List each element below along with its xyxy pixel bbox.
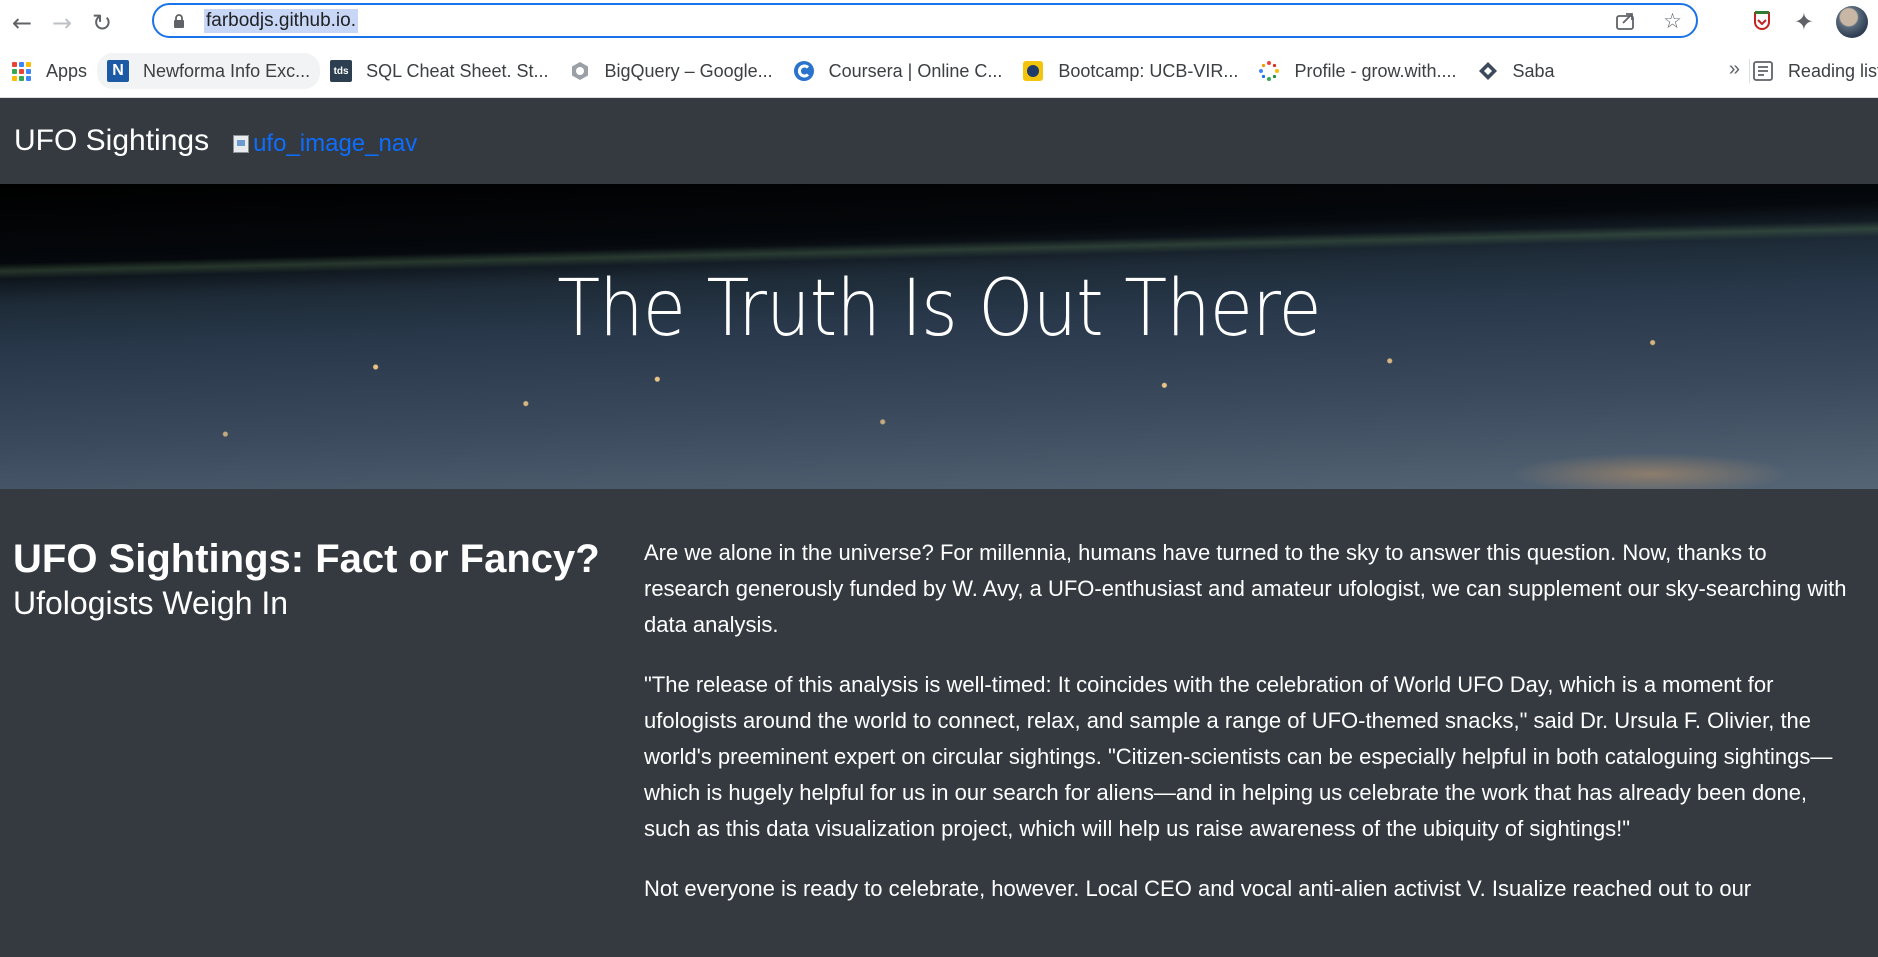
- bookmark-grow[interactable]: Profile - grow.with....: [1248, 53, 1466, 89]
- reading-list-button[interactable]: Reading list: [1742, 53, 1878, 89]
- navbar-brand[interactable]: UFO Sightings: [14, 124, 209, 158]
- share-icon[interactable]: [1615, 11, 1637, 31]
- bootcamp-icon: [1023, 61, 1044, 81]
- bookmark-label: Apps: [46, 60, 88, 81]
- bookmark-label: Newforma Info Exc...: [143, 60, 311, 81]
- browser-toolbar: ← → ↻ farbodjs.github.io. ☆ ✦: [0, 0, 1878, 45]
- bookmarks-overflow-icon[interactable]: »: [1729, 58, 1740, 81]
- article-heading-column: UFO Sightings: Fact or Fancy? Ufologists…: [0, 535, 630, 931]
- bookmark-sql-cheat-sheet[interactable]: tds SQL Cheat Sheet. St...: [320, 53, 558, 89]
- bookmark-saba[interactable]: Saba: [1467, 53, 1565, 89]
- bookmark-coursera[interactable]: Coursera | Online C...: [783, 53, 1013, 89]
- bookmark-bootcamp[interactable]: Bootcamp: UCB-VIR...: [1012, 53, 1248, 89]
- apps-grid-icon: [10, 60, 32, 82]
- hero-banner: The Truth Is Out There: [0, 184, 1878, 489]
- bookmark-label: BigQuery – Google...: [604, 60, 773, 81]
- reading-list-label: Reading list: [1787, 60, 1878, 81]
- article-paragraph: Are we alone in the universe? For millen…: [644, 540, 1847, 637]
- bookmark-label: SQL Cheat Sheet. St...: [366, 60, 549, 81]
- tds-icon: tds: [330, 60, 353, 82]
- extensions-puzzle-icon[interactable]: ✦: [1794, 8, 1814, 36]
- bookmark-label: Coursera | Online C...: [828, 60, 1003, 81]
- bookmark-bigquery[interactable]: BigQuery – Google...: [559, 53, 783, 89]
- bookmark-apps[interactable]: Apps: [0, 53, 97, 89]
- back-arrow-icon[interactable]: ←: [4, 5, 40, 41]
- article-subtitle: Ufologists Weigh In: [13, 585, 289, 621]
- reading-list-icon: [1753, 61, 1773, 81]
- bookmark-label: Saba: [1512, 60, 1555, 81]
- address-bar[interactable]: farbodjs.github.io. ☆: [152, 3, 1698, 38]
- newforma-icon: N: [107, 60, 130, 82]
- extension-shield-icon[interactable]: [1752, 11, 1772, 33]
- grow-icon: [1259, 61, 1280, 81]
- article-body: Are we alone in the universe? For millen…: [630, 535, 1850, 931]
- bookmark-star-icon[interactable]: ☆: [1663, 9, 1682, 33]
- site-navbar: UFO Sightings ufo_image_nav: [0, 98, 1878, 184]
- ufo-nav-image-alt: ufo_image_nav: [253, 130, 418, 157]
- reload-icon[interactable]: ↻: [84, 5, 120, 41]
- article-paragraph: "The release of this analysis is well-ti…: [644, 672, 1833, 841]
- saba-icon: [1478, 62, 1497, 80]
- profile-avatar[interactable]: [1836, 6, 1868, 38]
- lock-icon[interactable]: [172, 13, 186, 28]
- article-title: UFO Sightings: Fact or Fancy?: [13, 537, 600, 581]
- article-paragraph: Not everyone is ready to celebrate, howe…: [644, 876, 1752, 901]
- hero-title: The Truth Is Out There: [557, 264, 1321, 354]
- bookmarks-bar: Apps N Newforma Info Exc... tds SQL Chea…: [0, 45, 1878, 98]
- forward-arrow-icon[interactable]: →: [44, 5, 80, 41]
- bookmark-label: Bootcamp: UCB-VIR...: [1058, 60, 1239, 81]
- bookmark-newforma[interactable]: N Newforma Info Exc...: [97, 53, 321, 89]
- coursera-icon: [793, 61, 814, 81]
- url-text[interactable]: farbodjs.github.io.: [204, 8, 358, 33]
- article-section: UFO Sightings: Fact or Fancy? Ufologists…: [0, 489, 1878, 931]
- bookmark-label: Profile - grow.with....: [1294, 60, 1457, 81]
- broken-image-icon: [233, 135, 250, 153]
- bigquery-icon: [571, 62, 588, 80]
- ufo-nav-image-link[interactable]: ufo_image_nav: [233, 130, 417, 158]
